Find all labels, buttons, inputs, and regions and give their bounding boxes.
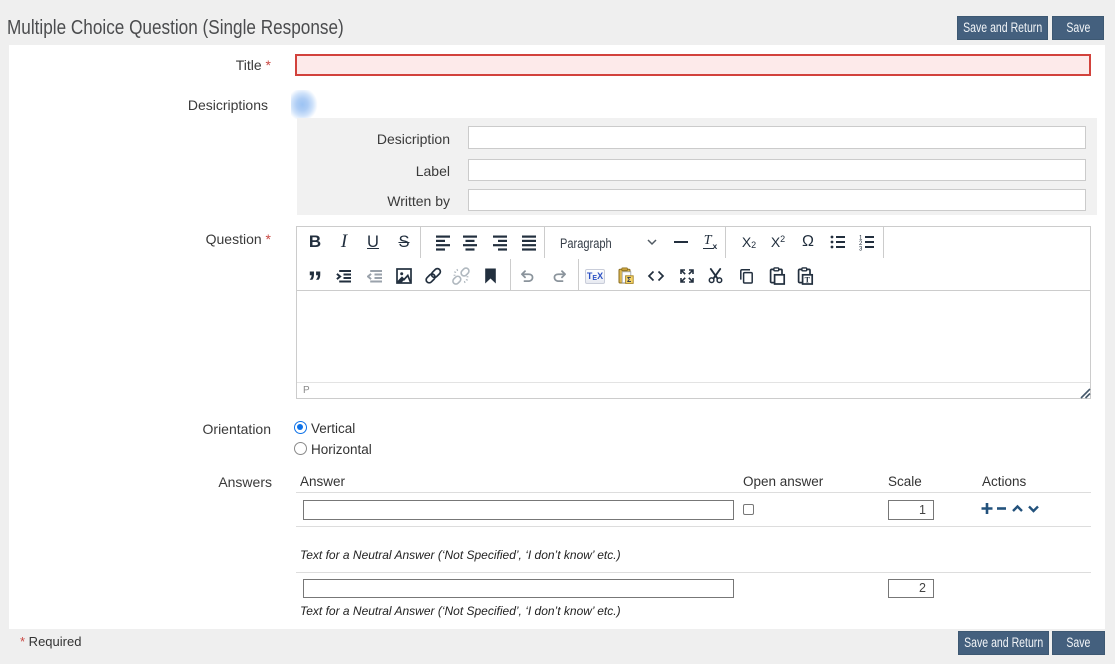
svg-text:3: 3 [859,247,863,252]
svg-text:Σ: Σ [627,277,631,284]
svg-text:T: T [804,276,810,285]
